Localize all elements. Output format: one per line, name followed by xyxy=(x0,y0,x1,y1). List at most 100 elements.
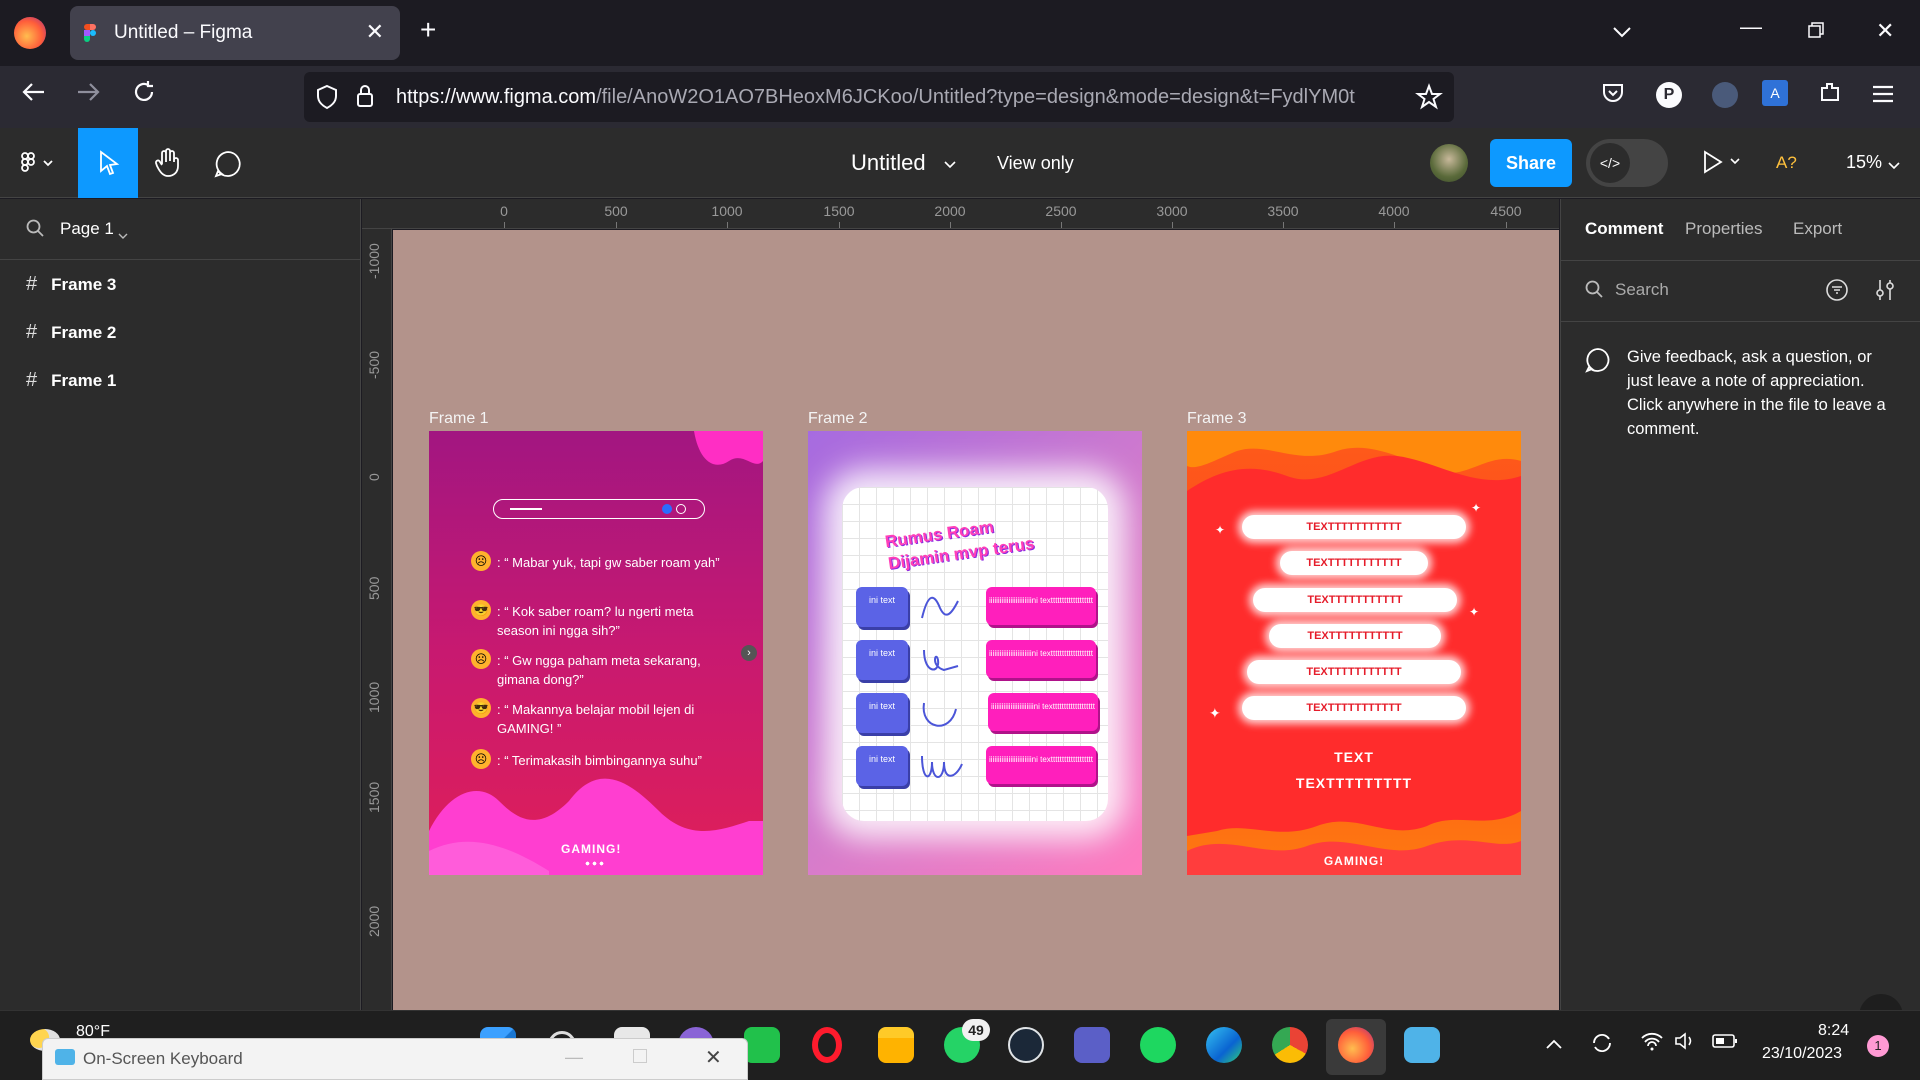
minimize-icon[interactable]: — xyxy=(1740,14,1762,40)
text-pill: TEXTTTTTTTTTTT xyxy=(1269,624,1441,648)
close-window-icon[interactable]: ✕ xyxy=(1876,18,1894,44)
frame-3-label[interactable]: Frame 3 xyxy=(1187,410,1247,428)
clock-date[interactable]: 23/10/2023 xyxy=(1762,1045,1842,1063)
filter-icon[interactable] xyxy=(1825,278,1849,307)
bookmark-star-icon[interactable] xyxy=(1415,83,1443,115)
menu-icon[interactable] xyxy=(1872,80,1894,111)
osk-maximize-icon[interactable] xyxy=(633,1049,647,1063)
chat-row: ☹ : “ Gw ngga paham meta sekarang, giman… xyxy=(471,649,741,693)
cool-face-icon: 😎 xyxy=(471,698,491,718)
tab-properties[interactable]: Properties xyxy=(1685,219,1762,239)
figma-main-menu-icon[interactable] xyxy=(20,152,56,179)
file-title[interactable]: Untitled xyxy=(851,150,926,176)
cursor-extension-icon[interactable] xyxy=(1712,82,1738,108)
dev-mode-toggle[interactable]: </> xyxy=(1586,139,1668,187)
new-tab-button[interactable]: + xyxy=(420,16,436,44)
comment-tool-icon[interactable] xyxy=(214,150,242,183)
tab-comment[interactable]: Comment xyxy=(1585,219,1663,239)
hand-tool-icon[interactable] xyxy=(154,148,182,183)
chat-text: : “ Gw ngga paham meta sekarang, gimana … xyxy=(497,653,701,687)
next-arrow-icon[interactable]: › xyxy=(741,645,757,661)
frame3-text-2: TEXTTTTTTTTT xyxy=(1295,775,1413,791)
keyboard-icon xyxy=(55,1049,75,1065)
ruler-label: 500 xyxy=(604,203,628,219)
edge-icon[interactable] xyxy=(1206,1027,1242,1063)
right-box: iiiiiiiiiiiiiiiiiiiiiiiini textttttttttt… xyxy=(986,746,1096,784)
browser-nav-bar: https://www.figma.com/file/AnoW2O1AO7BHe… xyxy=(0,66,1920,128)
keyboard-app-icon[interactable] xyxy=(1404,1027,1440,1063)
browser-tab[interactable]: Untitled – Figma ✕ xyxy=(70,6,400,60)
wifi-icon[interactable] xyxy=(1640,1031,1664,1056)
url-bar[interactable]: https://www.figma.com/file/AnoW2O1AO7BHe… xyxy=(304,72,1454,122)
notification-badge[interactable]: 1 xyxy=(1867,1035,1889,1057)
battery-icon[interactable] xyxy=(1712,1033,1738,1054)
osk-minimize-icon[interactable]: — xyxy=(565,1047,583,1068)
ruler-label: 0 xyxy=(366,473,382,481)
sync-icon[interactable] xyxy=(1590,1031,1614,1060)
design-canvas[interactable]: Frame 1 Frame 2 Frame 3 ☹ : “ Mabar yuk,… xyxy=(393,230,1559,1010)
p-extension-icon[interactable]: P xyxy=(1656,82,1682,108)
ai-label[interactable]: A? xyxy=(1776,153,1797,173)
page-chevron-icon[interactable] xyxy=(118,226,128,244)
search-icon[interactable] xyxy=(26,219,44,242)
green-app-icon[interactable] xyxy=(744,1027,780,1063)
restore-icon[interactable] xyxy=(1808,18,1824,44)
share-button[interactable]: Share xyxy=(1490,139,1572,187)
lock-icon[interactable] xyxy=(356,84,374,113)
reload-icon[interactable] xyxy=(132,80,156,111)
layer-frame-3[interactable]: # Frame 3 xyxy=(26,273,116,296)
firefox-icon[interactable] xyxy=(14,17,46,49)
steam-icon[interactable] xyxy=(1008,1027,1044,1063)
arrow-line xyxy=(510,508,542,510)
chrome-icon[interactable] xyxy=(1272,1027,1308,1063)
list-all-tabs-icon[interactable] xyxy=(1612,18,1632,44)
left-box: ini text xyxy=(856,640,908,680)
shield-icon[interactable] xyxy=(316,84,338,114)
zoom-level[interactable]: 15% xyxy=(1846,152,1882,173)
present-play-icon[interactable] xyxy=(1703,150,1743,179)
pocket-icon[interactable] xyxy=(1602,80,1624,111)
clock-time[interactable]: 8:24 xyxy=(1818,1022,1849,1040)
volume-icon[interactable] xyxy=(1674,1031,1698,1056)
forward-icon[interactable] xyxy=(76,80,100,111)
frame-1[interactable]: ☹ : “ Mabar yuk, tapi gw saber roam yah”… xyxy=(429,431,763,875)
extensions-icon[interactable] xyxy=(1818,80,1842,111)
avatar[interactable] xyxy=(1430,144,1468,182)
frame-2-label[interactable]: Frame 2 xyxy=(808,410,868,428)
back-icon[interactable] xyxy=(22,80,46,111)
settings-sliders-icon[interactable] xyxy=(1875,278,1895,307)
layer-frame-1[interactable]: # Frame 1 xyxy=(26,369,116,392)
move-tool-button[interactable] xyxy=(78,128,138,198)
file-explorer-icon[interactable] xyxy=(878,1027,914,1063)
curve-arrow-icon xyxy=(922,702,957,727)
comment-search-icon[interactable] xyxy=(1585,280,1603,303)
tab-export[interactable]: Export xyxy=(1793,219,1842,239)
frame-1-label[interactable]: Frame 1 xyxy=(429,410,489,428)
close-tab-icon[interactable]: ✕ xyxy=(366,19,384,45)
frame-2[interactable]: Rumus Roam Dijamin mvp terus ini text ii… xyxy=(808,431,1142,875)
osk-close-icon[interactable]: ✕ xyxy=(705,1045,722,1070)
layer-frame-2[interactable]: # Frame 2 xyxy=(26,321,116,344)
code-icon: </> xyxy=(1590,143,1630,183)
dot-inactive xyxy=(676,504,686,514)
page-selector[interactable]: Page 1 xyxy=(60,219,114,239)
right-box: iiiiiiiiiiiiiiiiiiiiiiiini textttttttttt… xyxy=(986,640,1096,678)
osk-title: On-Screen Keyboard xyxy=(83,1049,243,1068)
chevron-down-icon[interactable] xyxy=(944,156,956,174)
comment-search-input[interactable]: Search xyxy=(1615,280,1669,300)
translate-icon[interactable]: A xyxy=(1762,80,1788,106)
firefox-taskbar-icon[interactable] xyxy=(1338,1027,1374,1063)
opera-icon[interactable] xyxy=(812,1027,842,1063)
on-screen-keyboard-window[interactable]: On-Screen Keyboard — ✕ xyxy=(42,1038,748,1080)
url-text[interactable]: https://www.figma.com/file/AnoW2O1AO7BHe… xyxy=(396,86,1406,109)
teams-icon[interactable] xyxy=(1074,1027,1110,1063)
formula-row: ini text iiiiiiiiiiiiiiiiiiiiiiiini text… xyxy=(856,640,1096,684)
frame-3[interactable]: ✦ ✦ ✦ ✦ TEXTTTTTTTTTTT TEXTTTTTTTTTTT TE… xyxy=(1187,431,1521,875)
frame3-footer: GAMING! xyxy=(1323,854,1385,868)
chevron-up-icon[interactable] xyxy=(1546,1033,1562,1054)
cool-face-icon: 😎 xyxy=(471,600,491,620)
ruler-horizontal: 0 500 1000 1500 2000 2500 3000 3500 4000… xyxy=(362,199,1559,229)
spotify-icon[interactable] xyxy=(1140,1027,1176,1063)
layer-label: Frame 2 xyxy=(51,323,117,342)
zoom-chevron-icon[interactable] xyxy=(1888,157,1900,175)
